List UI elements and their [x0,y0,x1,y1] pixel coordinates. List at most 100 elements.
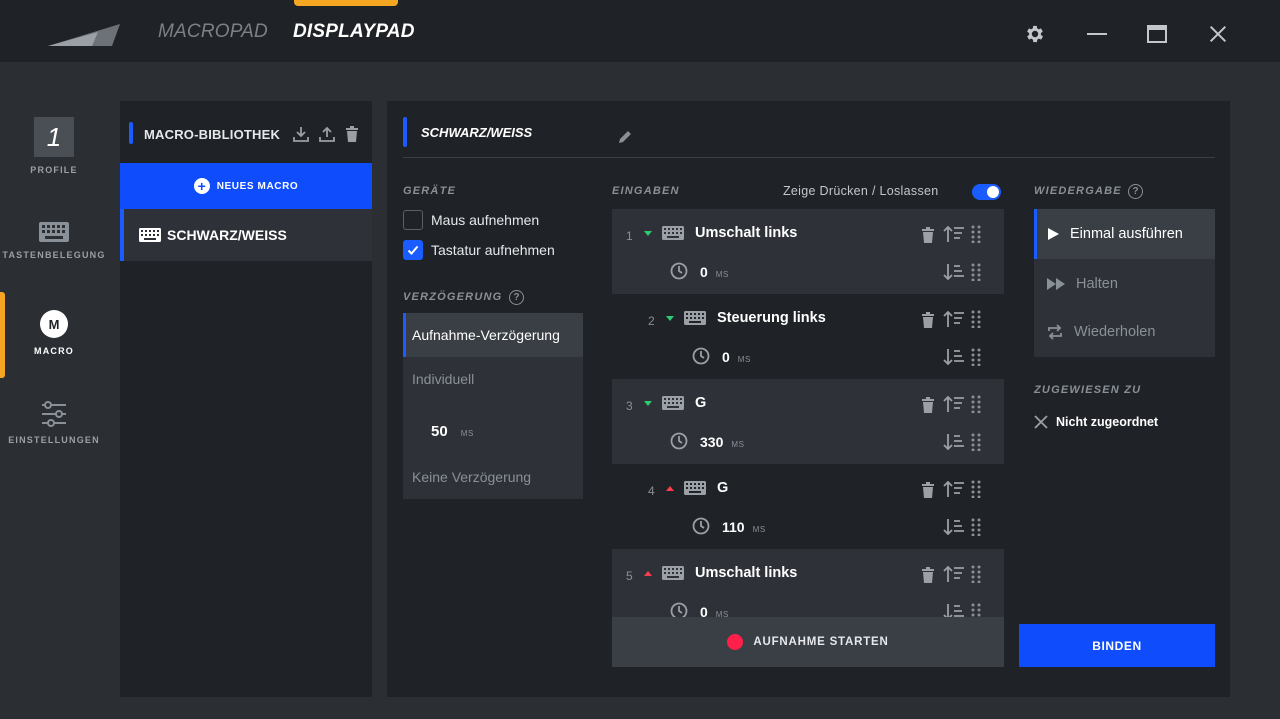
playback-option-hold[interactable]: Halten [1034,259,1215,309]
nav-macro[interactable]: M MACRO [0,310,108,356]
sort-up-icon[interactable] [943,565,965,583]
event-delay-value: 0 [700,604,708,617]
event-row[interactable]: 1 Umschalt links 0 MS [612,209,1004,294]
event-number: 1 [626,229,633,243]
drag-handle-icon[interactable] [970,518,982,536]
sort-down-icon[interactable] [943,603,965,617]
library-header: MACRO-BIBLIOTHEK [120,119,372,147]
record-mouse-checkbox[interactable]: Maus aufnehmen [403,210,539,230]
editor-accent-bar [403,117,407,147]
keyboard-icon [662,566,684,580]
drag-handle-icon[interactable] [970,433,982,451]
library-item-label: SCHWARZ/WEISS [167,227,287,243]
event-delay[interactable]: 0 MS [700,604,729,617]
checkbox-unchecked[interactable] [403,210,423,230]
sort-up-icon[interactable] [943,225,965,243]
playback-title: WIEDERGABE [1034,185,1122,197]
drag-handle-icon[interactable] [970,348,982,366]
event-row[interactable]: 4 G 110 MS [612,464,1004,549]
custom-delay-number: 50 [431,423,448,440]
sort-up-icon[interactable] [943,310,965,328]
delay-option-recorded[interactable]: Aufnahme-Verzögerung [403,313,583,357]
export-icon[interactable] [318,125,336,143]
show-press-release-toggle[interactable] [972,184,1001,200]
delay-help-icon[interactable]: ? [509,290,524,305]
drag-handle-icon[interactable] [970,263,982,281]
tab-displaypad[interactable]: DISPLAYPAD [293,21,415,43]
trash-icon[interactable] [343,125,361,143]
record-mouse-label: Maus aufnehmen [431,212,540,228]
drag-handle-icon[interactable] [970,225,982,243]
bind-button[interactable]: BINDEN [1019,624,1215,667]
event-row[interactable]: 5 Umschalt links 0 MS [612,549,1004,617]
event-number: 3 [626,399,633,413]
library-title: MACRO-BIBLIOTHEK [144,127,281,142]
event-list[interactable]: 1 Umschalt links 0 MS 2 Steuerung links 0… [612,209,1004,617]
playback-help-icon[interactable]: ? [1128,184,1143,199]
keyboard-icon [684,311,706,325]
pencil-icon[interactable] [617,129,633,145]
nav-macro-label: MACRO [34,346,74,356]
sort-down-icon[interactable] [943,348,965,366]
drag-handle-icon[interactable] [970,480,982,498]
event-delay[interactable]: 110 MS [722,519,766,535]
sort-up-icon[interactable] [943,480,965,498]
event-delay[interactable]: 0 MS [722,349,751,365]
checkbox-checked[interactable] [403,240,423,260]
delay-option-custom-label: Individuell [412,371,475,387]
trash-icon[interactable] [919,311,937,329]
delay-option-custom[interactable]: Individuell [403,357,583,401]
record-icon [727,634,744,650]
keyboard-icon [139,228,161,242]
event-row[interactable]: 2 Steuerung links 0 MS [612,294,1004,379]
trash-icon[interactable] [919,566,937,584]
custom-delay-value[interactable]: 50 MS [431,423,474,440]
settings-button[interactable] [1023,22,1047,46]
playback-selection-bar [1034,209,1037,259]
library-item-schwarz-weiss[interactable]: SCHWARZ/WEISS [120,209,372,261]
fast-forward-icon [1047,278,1065,290]
event-delay-value: 0 [722,349,730,365]
trash-icon[interactable] [919,481,937,499]
delay-options: Aufnahme-Verzögerung Individuell 50 MS Ke… [403,313,583,499]
sort-down-icon[interactable] [943,263,965,281]
key-down-icon [644,401,652,406]
nav-settings[interactable]: EINSTELLUNGEN [0,401,108,445]
maximize-button[interactable] [1145,22,1169,46]
import-icon[interactable] [292,125,310,143]
sort-up-icon[interactable] [943,395,965,413]
playback-option-once[interactable]: Einmal ausführen [1034,209,1215,259]
event-key: Steuerung links [717,310,826,326]
delay-option-none[interactable]: Keine Verzögerung [403,455,583,499]
playback-option-repeat[interactable]: Wiederholen [1034,307,1215,357]
playback-option-repeat-label: Wiederholen [1074,324,1156,340]
devices-title: GERÄTE [403,185,457,197]
event-delay-unit: MS [752,525,766,534]
library-accent-bar [129,122,133,144]
event-delay[interactable]: 330 MS [700,434,745,450]
close-icon [1034,415,1048,429]
drag-handle-icon[interactable] [970,603,982,617]
event-key: G [717,480,729,496]
start-recording-button[interactable]: AUFNAHME STARTEN [612,617,1004,667]
profile-number: 1 [34,117,74,157]
drag-handle-icon[interactable] [970,310,982,328]
clock-icon [670,262,688,280]
trash-icon[interactable] [919,396,937,414]
event-row[interactable]: 3 G 330 MS [612,379,1004,464]
minimize-button[interactable] [1085,22,1109,46]
drag-handle-icon[interactable] [970,565,982,583]
event-delay[interactable]: 0 MS [700,264,729,280]
close-button[interactable] [1206,22,1230,46]
tab-macropad[interactable]: MACROPAD [158,21,268,43]
new-macro-button[interactable]: + NEUES MACRO [120,163,372,209]
sort-down-icon[interactable] [943,518,965,536]
close-icon [1209,25,1227,43]
trash-icon[interactable] [919,226,937,244]
drag-handle-icon[interactable] [970,395,982,413]
nav-key-assignment[interactable]: TASTENBELEGUNG [0,222,108,260]
record-keyboard-checkbox[interactable]: Tastatur aufnehmen [403,240,555,260]
key-down-icon [666,316,674,321]
nav-profile[interactable]: 1 PROFILE [0,117,108,175]
sort-down-icon[interactable] [943,433,965,451]
